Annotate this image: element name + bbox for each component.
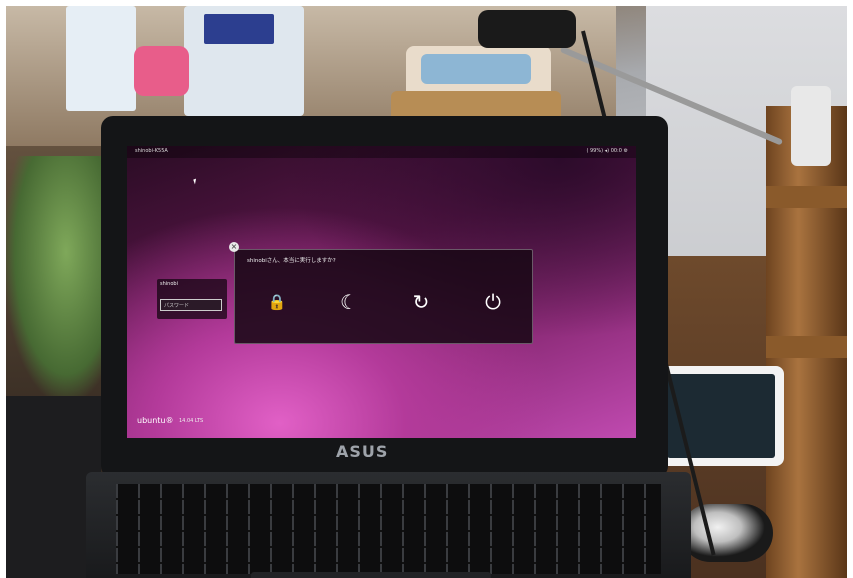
ubuntu-version: 14.04 LTS (179, 418, 204, 424)
lock-button[interactable]: 🔒 (252, 278, 302, 326)
touchpad (251, 572, 491, 578)
password-field[interactable]: パスワード (160, 299, 222, 311)
mouse-cursor-icon (193, 178, 198, 185)
computer-mouse (681, 504, 773, 562)
wooden-chair (766, 106, 847, 578)
power-dialog: × shinobiさん、本当に実行しますか? 🔒 ☾ ↻ ⏻ (229, 242, 533, 344)
chair-rail (766, 336, 847, 358)
status-indicators[interactable]: ( 99%) ◂) 00:0 ⚙ (586, 148, 628, 154)
restart-button[interactable]: ↻ (396, 278, 446, 326)
top-panel: shinobi-K55A ( 99%) ◂) 00:0 ⚙ (127, 146, 636, 158)
blue-towel (421, 54, 531, 84)
hostname-label: shinobi-K55A (135, 148, 168, 154)
login-box: shinobi パスワード (157, 279, 227, 319)
tablet-screen (667, 374, 775, 458)
lock-icon: 🔒 (267, 293, 287, 311)
dialog-title: shinobiさん、本当に実行しますか? (247, 258, 336, 264)
webcam (478, 10, 576, 48)
chair-rail (766, 186, 847, 208)
plastic-package (184, 6, 304, 116)
plastic-bag (66, 6, 136, 111)
shutdown-button[interactable]: ⏻ (468, 278, 518, 326)
close-icon[interactable]: × (229, 242, 239, 252)
laptop-screen: shinobi-K55A ( 99%) ◂) 00:0 ⚙ shinobi パス… (127, 146, 636, 438)
pink-container (134, 46, 189, 96)
ubuntu-logo: ubuntu® (137, 416, 174, 425)
clamp (791, 86, 831, 166)
username-label: shinobi (160, 281, 178, 287)
asus-logo: ASUS (336, 442, 389, 461)
photo: shinobi-K55A ( 99%) ◂) 00:0 ⚙ shinobi パス… (6, 6, 847, 578)
package-label (204, 14, 274, 44)
keyboard (116, 484, 661, 574)
restart-icon: ↻ (412, 290, 430, 314)
plant (6, 156, 106, 396)
power-icon: ⏻ (485, 290, 501, 314)
suspend-icon: ☾ (340, 290, 358, 314)
suspend-button[interactable]: ☾ (324, 278, 374, 326)
laptop-lid: shinobi-K55A ( 99%) ◂) 00:0 ⚙ shinobi パス… (101, 116, 668, 478)
laptop-base (86, 472, 691, 578)
